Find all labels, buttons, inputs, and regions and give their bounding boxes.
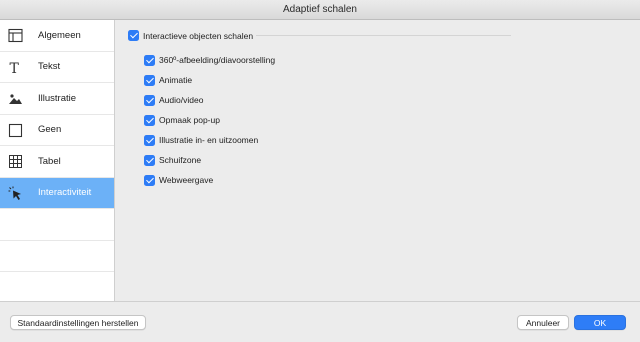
sidebar-item-label: Illustratie — [38, 92, 77, 104]
sidebar-empty-row — [0, 209, 114, 241]
sidebar-item-interactiviteit[interactable]: Interactiviteit — [0, 177, 114, 209]
option-label: Opmaak pop-up — [159, 115, 220, 125]
options-list: 360º-afbeelding/diavoorstelling Animatie… — [144, 50, 275, 190]
option-row[interactable]: Webweergave — [144, 170, 275, 190]
checkbox[interactable] — [144, 154, 155, 166]
dialog-footer: Standaardinstellingen herstellen Annulee… — [0, 301, 640, 342]
sidebar-item-tabel[interactable]: Tabel — [0, 146, 114, 178]
checkbox[interactable] — [144, 54, 155, 66]
sidebar: Algemeen T Tekst Illustratie Geen Tabel … — [0, 20, 115, 301]
option-label: Illustratie in- en uitzoomen — [159, 135, 259, 145]
option-label: Webweergave — [159, 175, 214, 185]
option-label: Schuifzone — [159, 155, 202, 165]
image-icon — [9, 94, 22, 104]
text-icon: T — [10, 61, 20, 75]
sidebar-item-illustratie[interactable]: Illustratie — [0, 83, 114, 115]
table-icon — [9, 155, 22, 168]
sidebar-empty-row — [0, 241, 114, 272]
option-row[interactable]: Illustratie in- en uitzoomen — [144, 130, 275, 150]
checkbox[interactable] — [144, 114, 155, 126]
option-label: 360º-afbeelding/diavoorstelling — [159, 55, 276, 65]
sidebar-item-label: Geen — [38, 124, 62, 136]
option-row[interactable]: Audio/video — [144, 90, 275, 110]
sidebar-item-label: Interactiviteit — [38, 187, 92, 199]
ok-button[interactable]: OK — [574, 315, 626, 330]
svg-text:T: T — [10, 61, 20, 75]
checkbox[interactable] — [144, 74, 155, 86]
sidebar-item-label: Tekst — [38, 61, 61, 73]
option-row[interactable]: 360º-afbeelding/diavoorstelling — [144, 50, 275, 70]
option-row[interactable]: Opmaak pop-up — [144, 110, 275, 130]
master-checkbox-row[interactable]: Interactieve objecten schalen — [128, 30, 253, 41]
square-icon — [8, 123, 23, 137]
sidebar-item-label: Algemeen — [38, 29, 81, 41]
sidebar-item-tekst[interactable]: T Tekst — [0, 52, 114, 83]
sidebar-item-label: Tabel — [38, 155, 61, 167]
master-checkbox-label: Interactieve objecten schalen — [143, 30, 254, 41]
checkbox[interactable] — [144, 174, 155, 186]
checkbox[interactable] — [144, 134, 155, 146]
window-title: Adaptief schalen — [0, 0, 640, 20]
option-label: Animatie — [159, 75, 193, 85]
option-row[interactable]: Schuifzone — [144, 150, 275, 170]
option-row[interactable]: Animatie — [144, 70, 275, 90]
settings-panel: Interactieve objecten schalen 360º-afbee… — [116, 20, 640, 301]
divider — [256, 35, 511, 36]
checkbox[interactable] — [144, 94, 155, 106]
option-label: Audio/video — [159, 95, 204, 105]
cancel-button[interactable]: Annuleer — [517, 315, 569, 330]
pointer-click-icon — [8, 186, 21, 200]
sidebar-item-geen[interactable]: Geen — [0, 115, 114, 146]
dialog-window: Adaptief schalen Algemeen T Tekst Illust… — [0, 0, 640, 342]
reset-defaults-button[interactable]: Standaardinstellingen herstellen — [10, 315, 146, 330]
checkbox[interactable] — [128, 30, 139, 41]
sidebar-item-algemeen[interactable]: Algemeen — [0, 20, 114, 52]
layout-icon — [8, 28, 23, 43]
